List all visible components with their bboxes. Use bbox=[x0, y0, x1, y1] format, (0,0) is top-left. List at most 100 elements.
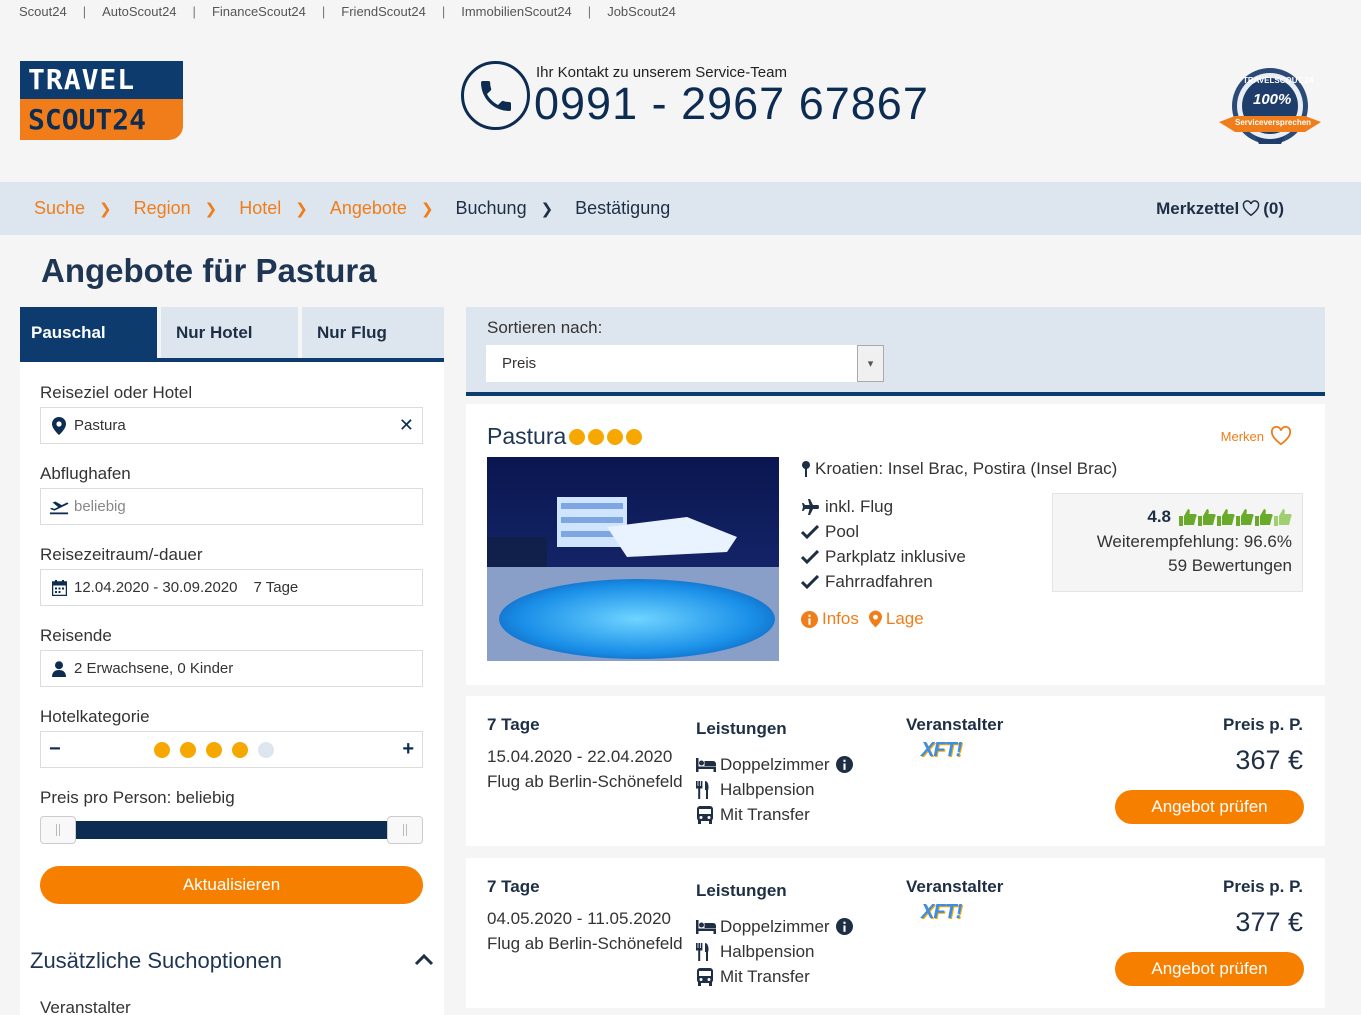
sort-value: Preis bbox=[502, 355, 537, 372]
travelers-field[interactable]: 2 Erwachsene, 0 Kinder bbox=[40, 650, 423, 687]
network-link-jobscout24[interactable]: JobScout24 bbox=[607, 4, 676, 19]
airport-label: Abflughafen bbox=[40, 464, 131, 483]
price-label: Preis p. P. bbox=[1222, 877, 1303, 896]
travelers-value: 2 Erwachsene, 0 Kinder bbox=[74, 660, 234, 677]
offer-card: 7 Tage 04.05.2020 - 11.05.2020 Flug ab B… bbox=[466, 858, 1325, 1008]
offer-dates: 04.05.2020 - 11.05.2020 bbox=[487, 909, 672, 928]
category-dot-5[interactable] bbox=[257, 741, 274, 758]
plane-departure-icon bbox=[49, 499, 69, 515]
site-logo[interactable]: TRAVEL SCOUT24 bbox=[20, 61, 183, 140]
plane-icon bbox=[801, 498, 825, 515]
offer-price: 367 € bbox=[1235, 745, 1303, 775]
destination-value: Pastura bbox=[74, 417, 126, 434]
tab-nur-flug[interactable]: Nur Flug bbox=[302, 307, 444, 358]
price-label: Preis pro Person: beliebig bbox=[40, 788, 235, 807]
info-icon[interactable] bbox=[835, 756, 853, 773]
network-link-scout24[interactable]: Scout24 bbox=[19, 4, 67, 19]
breadcrumb: Suche ❯ Region ❯ Hotel ❯ Angebote ❯ Buchung ❯… bbox=[0, 182, 1361, 235]
plus-icon[interactable]: + bbox=[402, 738, 414, 761]
offer-room: Doppelzimmer bbox=[720, 916, 830, 936]
offer-duration: 7 Tage bbox=[487, 715, 540, 734]
contact-number[interactable]: 0991 - 2967 67867 bbox=[534, 78, 929, 130]
period-label: Reisezeitraum/-dauer bbox=[40, 545, 203, 564]
operator-logo: XFT! bbox=[921, 901, 962, 923]
thumbs-up-icon bbox=[1217, 508, 1235, 526]
breadcrumb-region[interactable]: Region ❯ bbox=[134, 198, 240, 219]
offer-dates-block: 15.04.2020 - 22.04.2020 Flug ab Berlin-S… bbox=[487, 744, 687, 794]
category-dots bbox=[153, 741, 274, 758]
breadcrumb-hotel[interactable]: Hotel ❯ bbox=[239, 198, 330, 219]
chevron-right-icon: ❯ bbox=[204, 200, 218, 218]
user-icon bbox=[49, 660, 69, 677]
merkzettel-count: (0) bbox=[1263, 198, 1284, 218]
merken-button[interactable]: Merken bbox=[1221, 426, 1292, 446]
operator-label: Veranstalter bbox=[906, 877, 1004, 896]
offer-flight: Flug ab Berlin-Schönefeld bbox=[487, 934, 683, 953]
more-options-toggle[interactable]: Zusätzliche Suchoptionen bbox=[30, 934, 434, 984]
network-link-financescout24[interactable]: FinanceScout24 bbox=[212, 4, 306, 19]
feature-item: inkl. Flug bbox=[801, 494, 966, 519]
logo-bottom: SCOUT24 bbox=[20, 99, 183, 140]
check-icon bbox=[801, 574, 825, 589]
check-icon bbox=[801, 549, 825, 564]
offer-dates-block: 04.05.2020 - 11.05.2020 Flug ab Berlin-S… bbox=[487, 906, 687, 956]
network-link-autoscout24[interactable]: AutoScout24 bbox=[102, 4, 176, 19]
period-field[interactable]: 12.04.2020 - 30.09.2020 7 Tage bbox=[40, 569, 423, 606]
tab-nur-hotel[interactable]: Nur Hotel bbox=[161, 307, 298, 358]
period-value: 12.04.2020 - 30.09.2020 bbox=[74, 579, 238, 596]
cutlery-icon bbox=[696, 942, 720, 961]
info-icon[interactable] bbox=[835, 918, 853, 935]
offer-services: Doppelzimmer Halbpension Mit Transfer bbox=[696, 914, 853, 989]
hotel-name[interactable]: Pastura bbox=[487, 423, 643, 450]
recommendation: Weiterempfehlung: 96.6% bbox=[1096, 532, 1292, 551]
thumbs-up-icon bbox=[1255, 508, 1273, 526]
breadcrumb-angebote[interactable]: Angebote ❯ bbox=[330, 198, 456, 219]
update-button[interactable]: Aktualisieren bbox=[40, 866, 423, 904]
bed-icon bbox=[696, 919, 720, 934]
price-slider-min-handle[interactable] bbox=[40, 816, 76, 844]
chevron-right-icon: ❯ bbox=[420, 200, 434, 218]
check-offer-button[interactable]: Angebot prüfen bbox=[1115, 952, 1304, 986]
hotel-image[interactable] bbox=[487, 457, 779, 661]
chevron-down-icon: ▾ bbox=[857, 345, 884, 382]
infos-link[interactable]: Infos bbox=[801, 609, 859, 629]
tab-pauschal[interactable]: Pauschal bbox=[20, 307, 157, 358]
rating-thumbs bbox=[1179, 508, 1292, 526]
airport-field[interactable]: beliebig bbox=[40, 488, 423, 525]
sort-panel: Sortieren nach: Preis ▾ bbox=[466, 307, 1325, 396]
merken-label: Merken bbox=[1220, 428, 1264, 444]
network-link-immobilienscout24[interactable]: ImmobilienScout24 bbox=[461, 4, 572, 19]
clear-icon[interactable]: ✕ bbox=[399, 415, 414, 436]
merkzettel-label: Merkzettel bbox=[1156, 198, 1240, 218]
offer-dates: 15.04.2020 - 22.04.2020 bbox=[487, 747, 673, 766]
destination-field[interactable]: Pastura ✕ bbox=[40, 407, 423, 444]
category-dot-1[interactable] bbox=[153, 741, 170, 758]
feature-item: Parkplatz inklusive bbox=[801, 544, 966, 569]
price-label: Preis p. P. bbox=[1222, 715, 1303, 734]
breadcrumb-suche[interactable]: Suche ❯ bbox=[34, 198, 134, 219]
price-slider[interactable] bbox=[40, 816, 423, 844]
badge-ribbon-text: Serviceversprechen bbox=[1235, 118, 1312, 127]
category-dot-2[interactable] bbox=[179, 741, 196, 758]
hotel-card: Pastura Merken Kroatien: Insel Brac, Pos… bbox=[466, 404, 1325, 685]
breadcrumb-bestaetigung: Bestätigung bbox=[575, 198, 671, 218]
badge-top-text: TRAVELSCOUT 24 bbox=[1243, 76, 1314, 85]
merkzettel-link[interactable]: Merkzettel (0) bbox=[1156, 182, 1284, 235]
hotel-location: Kroatien: Insel Brac, Postira (Insel Bra… bbox=[801, 459, 1117, 479]
lage-link[interactable]: Lage bbox=[868, 609, 924, 629]
info-icon bbox=[801, 610, 818, 628]
offer-price: 377 € bbox=[1235, 907, 1303, 937]
check-offer-button[interactable]: Angebot prüfen bbox=[1115, 790, 1304, 824]
minus-icon[interactable]: − bbox=[49, 738, 61, 761]
network-link-friendscout24[interactable]: FriendScout24 bbox=[341, 4, 426, 19]
rating-box[interactable]: 4.8 Weiterempfehlung: 96.6% 59 Bewertung… bbox=[1052, 493, 1303, 592]
hotel-links: Infos Lage bbox=[801, 609, 924, 629]
offer-board: Halbpension bbox=[720, 941, 815, 961]
search-panel: Pauschal Nur Hotel Nur Flug Reiseziel od… bbox=[20, 307, 444, 1015]
logo-top: TRAVEL bbox=[20, 61, 183, 99]
price-slider-max-handle[interactable] bbox=[387, 816, 423, 844]
category-dot-3[interactable] bbox=[205, 741, 222, 758]
category-dot-4[interactable] bbox=[231, 741, 248, 758]
category-stepper: − + bbox=[40, 731, 423, 768]
sort-select[interactable]: Preis ▾ bbox=[486, 345, 884, 382]
